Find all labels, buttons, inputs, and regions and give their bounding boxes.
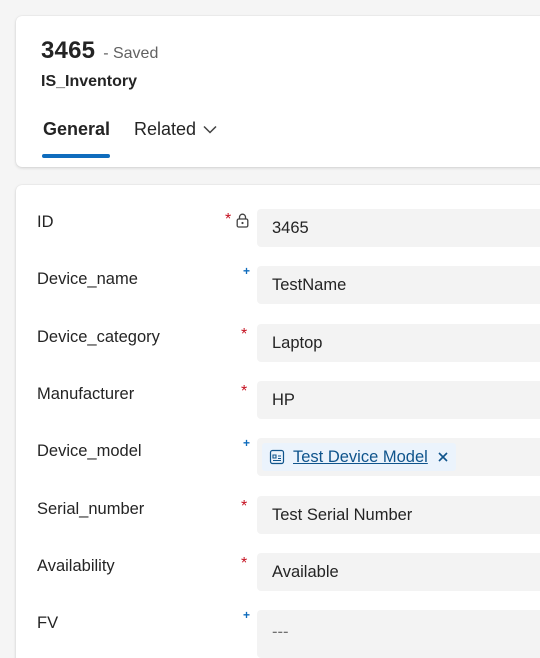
fv-field[interactable]: ---	[257, 610, 540, 658]
tab-related[interactable]: Related	[134, 119, 217, 140]
record-title: 3465 - Saved	[41, 37, 158, 65]
field-label-id: ID	[37, 213, 54, 231]
selected-tab-indicator	[42, 154, 110, 158]
field-row-fv: FV + ---	[16, 608, 540, 658]
field-label-serial-number: Serial_number	[37, 500, 145, 518]
record-header: 3465 - Saved IS_Inventory General Relate…	[16, 16, 540, 167]
field-row-serial-number: Serial_number * Test Serial Number	[16, 496, 540, 536]
general-form: ID * 3465 Device_name + TestName Device_…	[16, 185, 540, 658]
field-label-device-category: Device_category	[37, 328, 160, 346]
chevron-down-icon	[203, 125, 217, 134]
close-icon[interactable]	[438, 452, 448, 462]
device-category-field[interactable]: Laptop	[257, 324, 540, 362]
save-status: - Saved	[103, 45, 159, 62]
required-indicator: *	[225, 211, 232, 228]
entity-name: IS_Inventory	[41, 73, 138, 90]
field-row-device-category: Device_category * Laptop	[16, 324, 540, 364]
lookup-chip: Test Device Model	[262, 443, 456, 471]
field-label-availability: Availability	[37, 557, 115, 575]
field-label-device-name: Device_name	[37, 270, 138, 288]
recommended-indicator: +	[243, 608, 251, 622]
tab-general[interactable]: General	[43, 119, 110, 140]
required-indicator: *	[241, 498, 248, 515]
device-model-lookup[interactable]: Test Device Model	[257, 438, 540, 476]
id-field: 3465	[257, 209, 540, 247]
field-row-availability: Availability * Available	[16, 553, 540, 593]
field-row-id: ID * 3465	[16, 209, 540, 249]
required-indicator: *	[241, 326, 248, 343]
recommended-indicator: +	[243, 264, 251, 278]
lock-icon	[236, 213, 249, 233]
tab-general-label: General	[43, 119, 111, 139]
tab-related-label: Related	[134, 119, 197, 139]
serial-number-field[interactable]: Test Serial Number	[257, 496, 540, 534]
field-row-manufacturer: Manufacturer * HP	[16, 381, 540, 421]
required-indicator: *	[241, 555, 248, 572]
entity-record-icon	[269, 449, 285, 465]
recommended-indicator: +	[243, 436, 251, 450]
manufacturer-field[interactable]: HP	[257, 381, 540, 419]
field-row-device-name: Device_name + TestName	[16, 264, 540, 306]
field-label-device-model: Device_model	[37, 442, 142, 460]
record-id: 3465	[41, 37, 96, 64]
device-name-field[interactable]: TestName	[257, 266, 540, 304]
field-label-fv: FV	[37, 614, 59, 632]
field-row-device-model: Device_model + Test Device Model	[16, 436, 540, 478]
field-label-manufacturer: Manufacturer	[37, 385, 135, 403]
required-indicator: *	[241, 383, 248, 400]
availability-field[interactable]: Available	[257, 553, 540, 591]
device-model-link[interactable]: Test Device Model	[293, 443, 428, 471]
